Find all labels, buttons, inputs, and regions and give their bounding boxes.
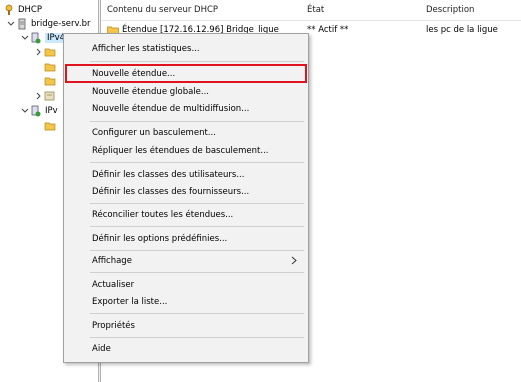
menu-separator xyxy=(90,337,304,338)
column-header-content[interactable]: Contenu du serveur DHCP xyxy=(107,0,218,20)
menu-separator xyxy=(90,203,304,204)
server-icon xyxy=(16,18,28,30)
folder-icon xyxy=(44,46,56,58)
ipv6-icon xyxy=(30,105,42,117)
folder-icon xyxy=(44,61,56,73)
tree-label-ipv6: IPv xyxy=(45,106,58,116)
menu-item-nouvelle-etendue-globale[interactable]: Nouvelle étendue globale... xyxy=(66,83,306,100)
column-header-description[interactable]: Description xyxy=(426,0,474,20)
menu-separator xyxy=(90,162,304,163)
menu-item-exporter-liste[interactable]: Exporter la liste... xyxy=(66,293,306,310)
menu-item-nouvelle-etendue[interactable]: Nouvelle étendue... xyxy=(65,64,307,83)
column-header-state[interactable]: État xyxy=(307,0,324,20)
context-menu: Afficher les statistiques... Nouvelle ét… xyxy=(63,33,309,363)
chevron-down-icon[interactable] xyxy=(20,106,30,116)
menu-separator xyxy=(90,313,304,314)
menu-item-afficher-statistiques[interactable]: Afficher les statistiques... xyxy=(66,40,306,57)
tree-node-child5[interactable] xyxy=(44,119,59,133)
tree-label-server: bridge-serv.br xyxy=(31,19,91,29)
tree-node-child1[interactable] xyxy=(34,45,59,59)
filter-icon xyxy=(44,90,56,102)
chevron-right-icon[interactable] xyxy=(34,91,44,101)
tree-node-ipv6[interactable]: IPv xyxy=(20,104,58,118)
menu-item-options-predefinies[interactable]: Définir les options prédéfinies... xyxy=(66,230,306,247)
menu-separator xyxy=(90,226,304,227)
cell-state: ** Actif ** xyxy=(307,25,349,35)
menu-item-aide[interactable]: Aide xyxy=(66,340,306,357)
menu-item-nouvelle-etendue-multidiffusion[interactable]: Nouvelle étendue de multidiffusion... xyxy=(66,100,306,117)
tree-node-dhcp[interactable]: DHCP xyxy=(3,3,42,17)
chevron-right-icon[interactable] xyxy=(34,47,44,57)
chevron-right-icon xyxy=(290,256,298,265)
menu-item-classes-fournisseurs[interactable]: Définir les classes des fournisseurs... xyxy=(66,183,306,200)
menu-item-reconcilier-etendues[interactable]: Réconcilier toutes les étendues... xyxy=(66,206,306,223)
dhcp-icon xyxy=(3,4,15,16)
ipv4-icon xyxy=(30,32,42,44)
header-divider xyxy=(101,20,521,21)
menu-item-repliquer-etendues[interactable]: Répliquer les étendues de basculement... xyxy=(66,142,306,159)
folder-icon xyxy=(44,120,56,132)
cell-description: les pc de la ligue xyxy=(426,25,498,35)
tree-node-child3[interactable] xyxy=(44,74,59,88)
menu-separator xyxy=(90,272,304,273)
menu-item-classes-utilisateurs[interactable]: Définir les classes des utilisateurs... xyxy=(66,166,306,183)
tree-node-server[interactable]: bridge-serv.br xyxy=(6,17,90,31)
tree-node-ipv4[interactable]: IPv4 xyxy=(20,31,68,45)
tree-node-child2[interactable] xyxy=(44,60,59,74)
tree-node-child4[interactable] xyxy=(34,89,59,103)
chevron-down-icon[interactable] xyxy=(6,19,16,29)
chevron-down-icon[interactable] xyxy=(20,33,30,43)
folder-icon xyxy=(44,75,56,87)
menu-item-configurer-basculement[interactable]: Configurer un basculement... xyxy=(66,124,306,141)
menu-item-affichage-label: Affichage xyxy=(92,255,132,266)
menu-item-proprietes[interactable]: Propriétés xyxy=(66,317,306,334)
tree-label-dhcp: DHCP xyxy=(18,5,42,15)
menu-item-actualiser[interactable]: Actualiser xyxy=(66,276,306,293)
menu-item-affichage[interactable]: Affichage xyxy=(66,252,306,269)
menu-separator xyxy=(90,250,304,251)
menu-separator xyxy=(90,61,304,62)
menu-separator xyxy=(90,121,304,122)
